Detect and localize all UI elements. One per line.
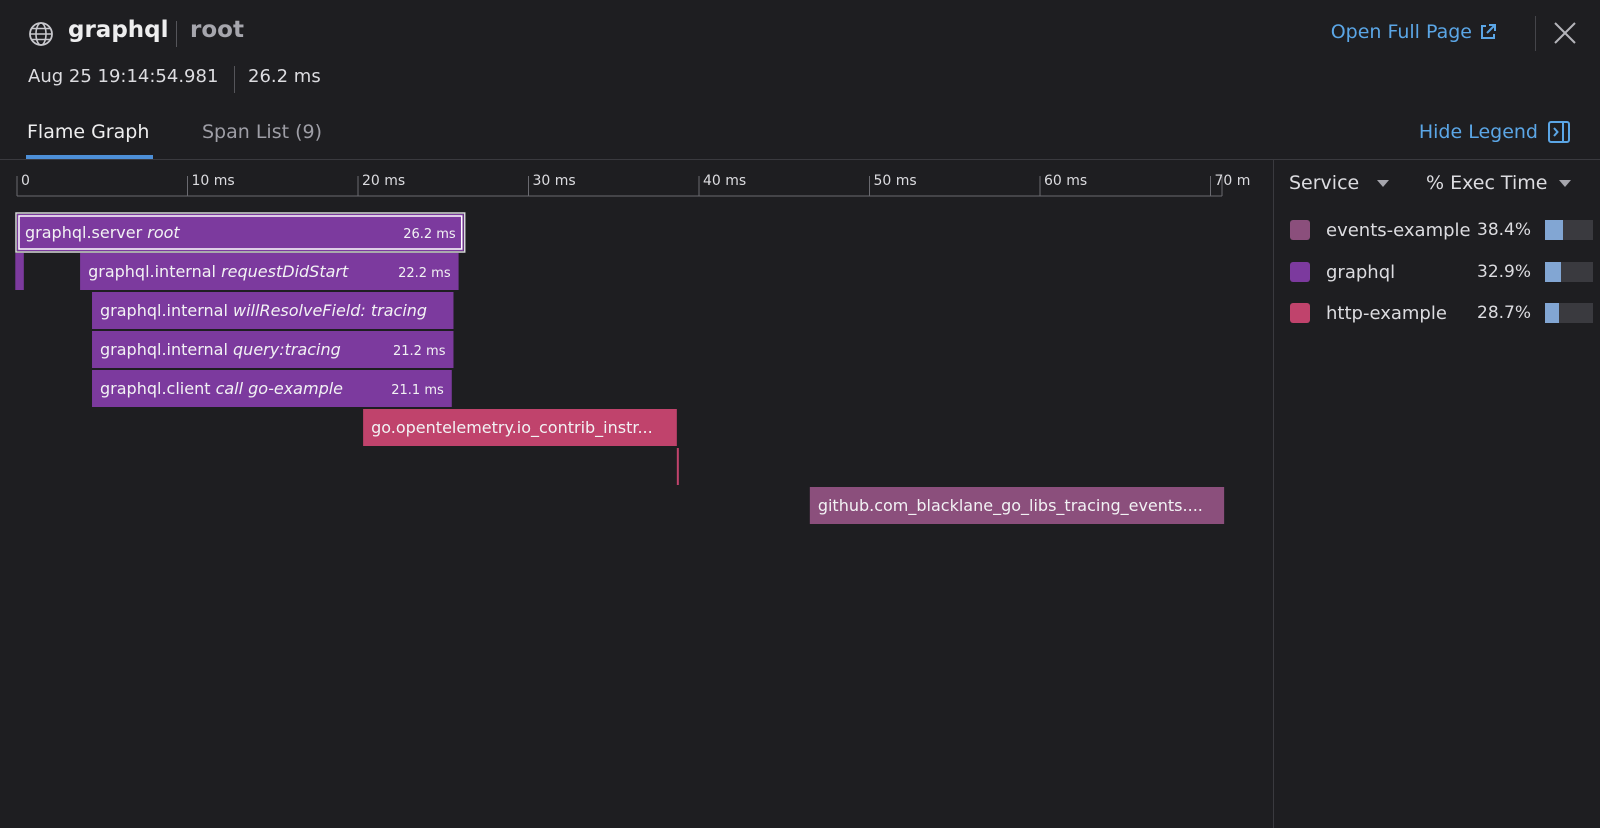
legend-row[interactable]: http-example 28.7% xyxy=(1290,298,1600,328)
span-label: go.opentelemetry.io_contrib_instr... xyxy=(371,418,653,438)
resource-title: root xyxy=(190,17,244,43)
span-bar[interactable]: graphql.server root 26.2 ms xyxy=(15,212,466,253)
service-legend: Service % Exec Time events-example 38.4%… xyxy=(1274,160,1600,828)
trace-header: graphql root Aug 25 19:14:54.981 26.2 ms… xyxy=(0,0,1600,160)
trace-timestamp: Aug 25 19:14:54.981 xyxy=(28,66,219,87)
legend-service-label: Service xyxy=(1289,172,1360,194)
span-label: graphql.internal query:tracing xyxy=(100,340,341,359)
span-bar[interactable]: graphql.internal requestDidStart 22.2 ms xyxy=(80,253,459,290)
legend-service-name: events-example xyxy=(1326,219,1471,241)
span-bar[interactable]: graphql.client call go-example 21.1 ms xyxy=(92,370,452,407)
axis-tick-label: 50 ms xyxy=(874,173,917,189)
hide-legend-button[interactable]: Hide Legend xyxy=(1419,121,1570,143)
span-resource-name: root xyxy=(142,223,180,242)
service-color-swatch xyxy=(1290,303,1310,323)
title-divider xyxy=(176,21,177,47)
span-resource-name: willResolveField: tracing xyxy=(228,301,427,320)
span-duration-label: 22.2 ms xyxy=(398,266,451,281)
service-title: graphql xyxy=(68,17,169,43)
axis-tick-label: 0 xyxy=(21,173,30,189)
axis-tick-label: 60 ms xyxy=(1044,173,1087,189)
span-bar[interactable] xyxy=(676,448,679,485)
axis-tick-label: 10 ms xyxy=(192,173,235,189)
hide-legend-label: Hide Legend xyxy=(1418,121,1538,143)
legend-row[interactable]: graphql 32.9% xyxy=(1290,257,1600,287)
span-resource-name: requestDidStart xyxy=(216,262,349,281)
span-operation-name: graphql.internal xyxy=(100,301,228,320)
axis-tick-label: 70 m xyxy=(1215,173,1251,189)
service-color-swatch xyxy=(1290,262,1310,282)
span-duration-label: 26.2 ms xyxy=(403,227,456,242)
span-label: graphql.server root xyxy=(25,223,180,242)
span-operation-name: graphql.internal xyxy=(100,340,228,359)
axis-tick-label: 30 ms xyxy=(533,173,576,189)
span-label: graphql.internal requestDidStart xyxy=(88,262,349,281)
axis-tick-label: 40 ms xyxy=(703,173,746,189)
exec-time-bar xyxy=(1545,220,1593,240)
flame-graph-canvas: 0 10 ms 20 ms 30 ms 40 ms 50 ms 60 ms 70 m graph… xyxy=(15,173,1251,524)
close-icon[interactable] xyxy=(1552,20,1578,46)
span-label: graphql.internal willResolveField: traci… xyxy=(100,301,427,320)
span-label: graphql.client call go-example xyxy=(100,379,343,398)
legend-service-name: http-example xyxy=(1326,302,1447,324)
legend-service-column-header[interactable]: Service xyxy=(1289,172,1390,194)
span-resource-name: call go-example xyxy=(210,379,343,398)
trace-duration: 26.2 ms xyxy=(248,66,321,87)
legend-exec-pct: 28.7% xyxy=(1477,303,1532,323)
timestamp-divider xyxy=(234,66,235,93)
sort-caret-icon xyxy=(1377,179,1390,187)
legend-exec-label: % Exec Time xyxy=(1426,172,1548,194)
legend-service-name: graphql xyxy=(1326,261,1396,283)
span-operation-name: github.com_blacklane_go_libs_tracing_eve… xyxy=(818,496,1203,516)
external-link-icon xyxy=(1481,24,1496,39)
span-bar[interactable] xyxy=(15,253,24,290)
span-bar[interactable]: graphql.internal query:tracing 21.2 ms xyxy=(92,331,454,368)
span-bar[interactable]: go.opentelemetry.io_contrib_instr... xyxy=(363,409,677,446)
header-divider xyxy=(1535,16,1536,51)
globe-icon xyxy=(29,22,53,46)
span-label: github.com_blacklane_go_libs_tracing_eve… xyxy=(818,496,1203,516)
legend-exec-pct: 38.4% xyxy=(1477,220,1532,240)
flame-graph: 0 10 ms 20 ms 30 ms 40 ms 50 ms 60 ms 70 m graph… xyxy=(0,160,1273,828)
span-bar[interactable]: graphql.internal willResolveField: traci… xyxy=(92,292,454,329)
span-operation-name: graphql.client xyxy=(100,379,210,398)
exec-time-bar-fill xyxy=(1545,262,1561,282)
legend-exec-column-header[interactable]: % Exec Time xyxy=(1426,172,1572,194)
legend-exec-pct: 32.9% xyxy=(1477,262,1532,282)
span-rect xyxy=(15,253,24,290)
span-operation-name: graphql.server xyxy=(25,223,143,242)
service-color-swatch xyxy=(1290,220,1310,240)
exec-time-bar xyxy=(1545,262,1593,282)
sort-caret-icon xyxy=(1559,179,1572,187)
tab-flame-graph[interactable]: Flame Graph xyxy=(27,121,149,143)
span-rect xyxy=(676,448,679,485)
span-operation-name: graphql.internal xyxy=(88,262,216,281)
span-duration-label: 21.2 ms xyxy=(393,344,446,359)
tab-span-list[interactable]: Span List (9) xyxy=(202,121,322,143)
exec-time-bar-fill xyxy=(1545,303,1559,323)
collapse-panel-icon xyxy=(1548,121,1570,143)
legend-row[interactable]: events-example 38.4% xyxy=(1290,215,1600,245)
open-full-page-link[interactable]: Open Full Page xyxy=(1331,21,1498,43)
span-duration-label: 21.1 ms xyxy=(391,383,444,398)
span-operation-name: go.opentelemetry.io_contrib_instr... xyxy=(371,418,653,438)
span-resource-name: query:tracing xyxy=(228,340,341,359)
span-bar[interactable]: github.com_blacklane_go_libs_tracing_eve… xyxy=(809,487,1225,524)
axis-tick-label: 20 ms xyxy=(362,173,405,189)
exec-time-bar xyxy=(1545,303,1593,323)
open-full-page-label: Open Full Page xyxy=(1330,21,1472,43)
exec-time-bar-fill xyxy=(1545,220,1564,240)
